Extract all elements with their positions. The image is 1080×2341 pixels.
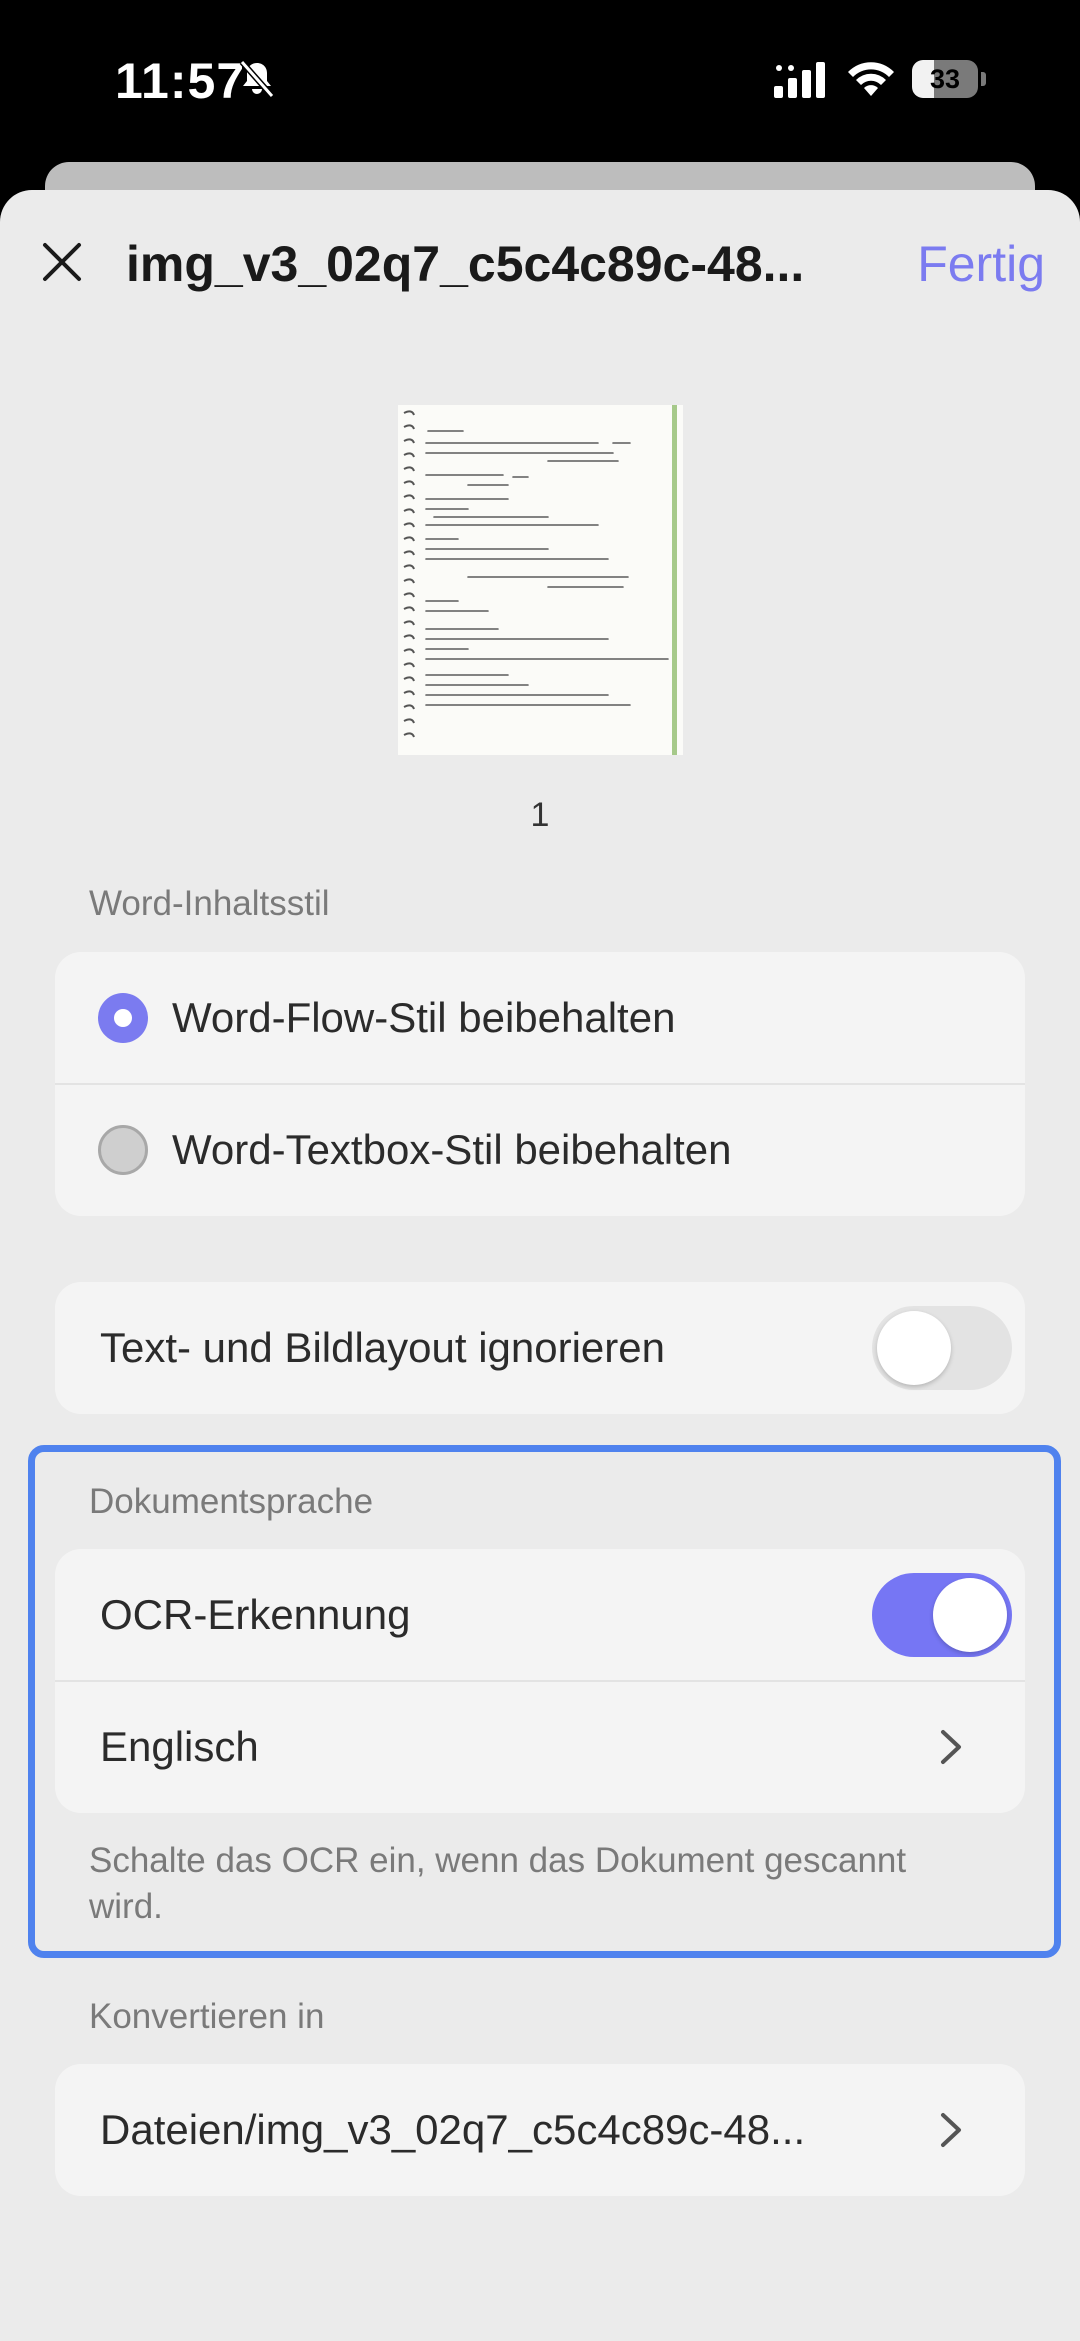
option-label: Word-Textbox-Stil beibehalten	[172, 1126, 732, 1173]
toggle-knob	[877, 1311, 951, 1385]
destination-path: Dateien/img_v3_02q7_c5c4c89c-48...	[100, 2106, 806, 2153]
battery-icon: 33	[912, 60, 986, 98]
document-title: img_v3_02q7_c5c4c89c-48...	[126, 236, 805, 292]
page-number: 1	[530, 796, 550, 834]
ignore-layout-label: Text- und Bildlayout ignorieren	[100, 1324, 665, 1371]
status-bar: 11:57 33	[0, 0, 1080, 160]
close-button[interactable]	[30, 230, 94, 294]
bell-slash-icon	[239, 60, 275, 98]
chevron-right-icon	[941, 2113, 961, 2147]
done-button[interactable]: Fertig	[895, 232, 1045, 296]
convert-to-card: Dateien/img_v3_02q7_c5c4c89c-48...	[55, 2064, 1025, 2196]
content-style-card: Word-Flow-Stil beibehalten Word-Textbox-…	[55, 952, 1025, 1216]
radio-selected[interactable]	[98, 993, 148, 1043]
battery-level: 33	[929, 64, 961, 94]
handwritten-notes-image	[398, 405, 683, 755]
close-icon	[43, 243, 81, 281]
cellular-signal-icon	[774, 62, 825, 98]
radio-unselected[interactable]	[98, 1125, 148, 1175]
wifi-icon	[848, 62, 894, 96]
status-time: 11:57	[115, 53, 246, 109]
ignore-layout-card: Text- und Bildlayout ignorieren	[55, 1282, 1025, 1414]
ignore-layout-row: Text- und Bildlayout ignorieren	[55, 1282, 1025, 1414]
option-word-textbox-style[interactable]: Word-Textbox-Stil beibehalten	[55, 1084, 1025, 1216]
option-label: Word-Flow-Stil beibehalten	[172, 994, 676, 1041]
content-style-label: Word-Inhaltsstil	[89, 884, 330, 923]
convert-to-label: Konvertieren in	[89, 1997, 325, 2036]
focus-highlight	[28, 1445, 1061, 1958]
option-word-flow-style[interactable]: Word-Flow-Stil beibehalten	[55, 952, 1025, 1084]
document-thumbnail[interactable]	[398, 405, 683, 755]
ignore-layout-toggle[interactable]	[872, 1306, 1012, 1390]
destination-path-row[interactable]: Dateien/img_v3_02q7_c5c4c89c-48...	[55, 2064, 1025, 2196]
